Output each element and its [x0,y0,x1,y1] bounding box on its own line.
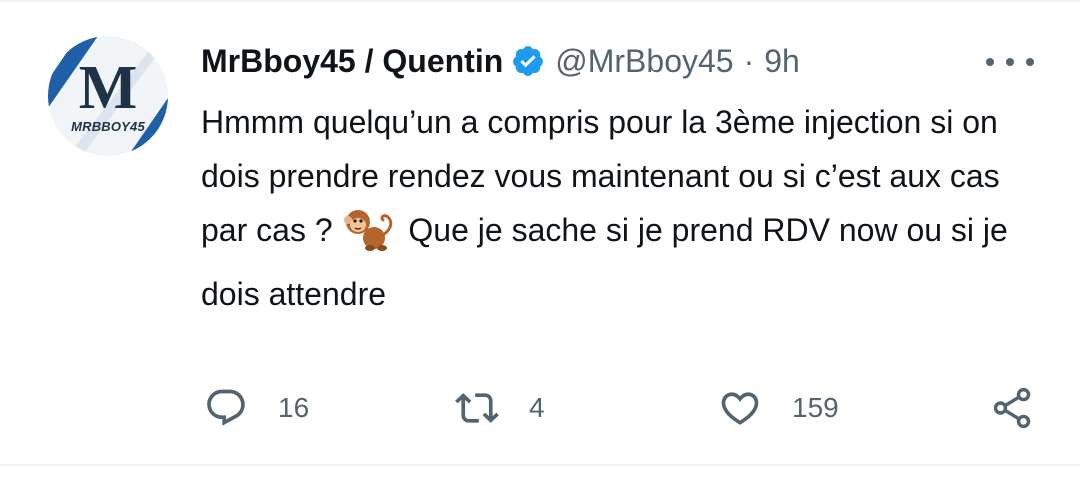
handle[interactable]: @MrBboy45 [555,43,733,80]
reply-count: 16 [278,392,310,423]
top-divider [0,0,1080,2]
heart-icon [721,392,759,425]
bottom-divider [0,464,1080,466]
monkey-emoji-icon [343,207,398,267]
reply-button[interactable]: 16 [204,380,309,436]
avatar[interactable]: M MRBBOY45 [48,36,168,156]
timestamp[interactable]: 9h [764,43,800,80]
reply-icon [207,389,245,426]
share-button[interactable] [989,380,1035,436]
like-count: 159 [792,392,839,423]
tweet-text: Hmmm quelqu’un a compris pour la 3ème in… [201,95,1041,321]
separator-dot: · [743,42,755,79]
more-options-icon[interactable] [986,50,1034,74]
verified-badge-icon [511,44,545,78]
share-icon [993,387,1031,429]
retweet-count: 4 [529,392,545,423]
avatar-text: MRBBOY45 [71,119,145,134]
avatar-letter: M [78,54,138,122]
tweet-actions: 16 4 159 [0,380,1080,440]
retweet-icon [455,393,499,423]
more-dot [1026,58,1034,66]
like-button[interactable]: 159 [718,380,839,436]
more-dot [1006,58,1014,66]
display-name[interactable]: MrBboy45 / Quentin [201,43,503,80]
more-dot [986,58,994,66]
tweet-header: MrBboy45 / Quentin @MrBboy45 · 9h [201,38,800,84]
retweet-button[interactable]: 4 [455,380,545,436]
